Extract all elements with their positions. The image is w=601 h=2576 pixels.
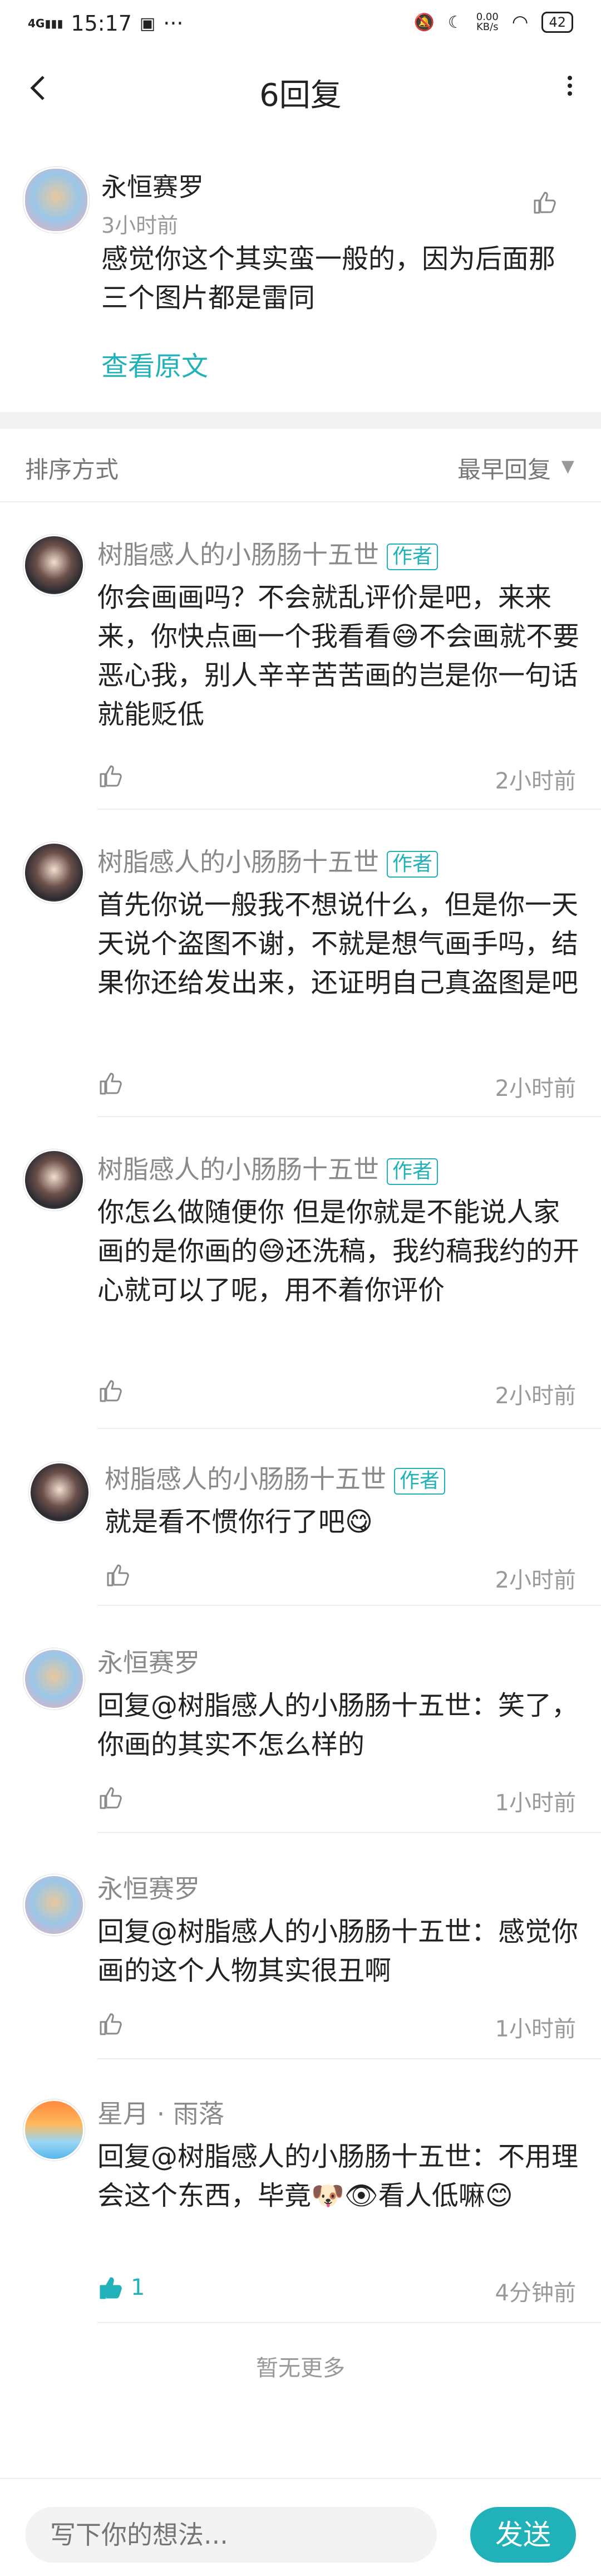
comment-input-bar: 发送 xyxy=(0,2478,601,2576)
reply-content: 就是看不惯你行了吧😋 xyxy=(105,1506,373,1537)
status-more: ··· xyxy=(163,11,184,36)
avatar[interactable] xyxy=(23,2099,85,2161)
reply-content: 你会画画吗？不会就乱评价是吧，来来来，你快点画一个我看看😅不会画就不要恶心我，别… xyxy=(97,582,580,730)
avatar[interactable] xyxy=(29,1462,90,1523)
divider xyxy=(97,1428,601,1429)
view-original-link[interactable]: 查看原文 xyxy=(101,344,208,383)
reply-author-name[interactable]: 树脂感人的小肠肠十五世 xyxy=(97,1154,379,1184)
network-speed: 0.00 KB/s xyxy=(476,12,499,32)
reply-time: 1小时前 xyxy=(495,2016,576,2042)
author-tag: 作者 xyxy=(394,1467,446,1495)
sort-bar: 排序方式 最早回复 ▼ xyxy=(0,429,601,502)
thumbs-up-icon[interactable] xyxy=(97,1070,124,1097)
section-divider xyxy=(0,412,601,429)
reply-author[interactable]: 树脂感人的小肠肠十五世 作者 xyxy=(97,842,439,879)
dropdown-caret-icon[interactable]: ▼ xyxy=(561,457,574,476)
reply-author[interactable]: 星月 · 雨落 xyxy=(97,2094,224,2131)
thumbs-up-icon[interactable] xyxy=(97,1785,124,1811)
like-count: 1 xyxy=(131,2275,145,2300)
comment-input[interactable] xyxy=(25,2507,437,2563)
reply-time: 2小时前 xyxy=(495,1568,576,1593)
reply-author-name[interactable]: 树脂感人的小肠肠十五世 xyxy=(97,540,379,570)
wifi-icon: ◠ xyxy=(511,11,529,33)
sort-label: 排序方式 xyxy=(25,456,119,483)
reply-author-name[interactable]: 树脂感人的小肠肠十五世 xyxy=(105,1464,386,1494)
reply-time: 4分钟前 xyxy=(495,2280,576,2306)
avatar[interactable] xyxy=(23,535,85,596)
reply-author[interactable]: 永恒赛罗 xyxy=(97,1869,200,1906)
no-more-label: 暂无更多 xyxy=(256,2355,345,2381)
speed-unit: KB/s xyxy=(476,21,499,33)
status-time: 15:17 xyxy=(71,11,132,36)
signal-icon: 4G▮▮▮ xyxy=(28,17,63,30)
reply-content: 回复@树脂感人的小肠肠十五世：笑了，你画的其实不怎么样的 xyxy=(97,1690,579,1760)
reply-author[interactable]: 树脂感人的小肠肠十五世 作者 xyxy=(97,1149,439,1186)
comment-time: 3小时前 xyxy=(101,213,179,238)
comment-author[interactable]: 永恒赛罗 xyxy=(101,167,204,204)
thumbs-up-icon[interactable] xyxy=(97,2275,124,2301)
divider xyxy=(97,1832,601,1833)
reply-content: 首先你说一般我不想说什么，但是你一天天说个盗图不谢，不就是想气画手吗，结果你还给… xyxy=(97,889,579,998)
status-bar: 4G▮▮▮ 15:17 ▣ ··· 🔕 ☾ 0.00 KB/s ◠ 42 xyxy=(0,0,601,50)
reply-content: 回复@树脂感人的小肠肠十五世：不用理会这个东西，毕竟🐶👁看人低嘛😊 xyxy=(97,2141,579,2211)
author-tag: 作者 xyxy=(387,543,439,570)
send-button[interactable]: 发送 xyxy=(470,2507,576,2563)
reply-time: 2小时前 xyxy=(495,1076,576,1101)
thumbs-up-icon[interactable] xyxy=(531,189,558,216)
main-comment: 永恒赛罗 3小时前 感觉你这个其实蛮一般的，因为后面那三个图片都是雷同 查看原文 xyxy=(0,150,601,412)
reply-author[interactable]: 树脂感人的小肠肠十五世 作者 xyxy=(97,535,439,571)
notification-icon: ▣ xyxy=(139,13,156,33)
reply-content: 回复@树脂感人的小肠肠十五世：感觉你画的这个人物其实很丑啊 xyxy=(97,1916,579,1986)
reply-author[interactable]: 树脂感人的小肠肠十五世 作者 xyxy=(105,1459,446,1496)
reply-time: 2小时前 xyxy=(495,768,576,794)
reply-time: 1小时前 xyxy=(495,1790,576,1816)
author-tag: 作者 xyxy=(387,1158,439,1185)
divider xyxy=(97,2058,601,2059)
avatar[interactable] xyxy=(23,1149,85,1211)
divider xyxy=(97,1116,601,1117)
avatar[interactable] xyxy=(23,1874,85,1936)
thumbs-up-icon[interactable] xyxy=(97,2011,124,2038)
avatar[interactable] xyxy=(23,842,85,903)
reply-author-name[interactable]: 树脂感人的小肠肠十五世 xyxy=(97,847,379,877)
moon-icon: ☾ xyxy=(447,12,463,32)
page-title: 6回复 xyxy=(259,77,342,114)
thumbs-up-icon[interactable] xyxy=(105,1562,131,1589)
network-type: 4G xyxy=(28,17,45,30)
nav-bar: 6回复 xyxy=(0,56,601,128)
comment-content: 感觉你这个其实蛮一般的，因为后面那三个图片都是雷同 xyxy=(101,243,556,314)
sort-select[interactable]: 最早回复 xyxy=(457,451,551,485)
avatar[interactable] xyxy=(23,1648,85,1710)
thumbs-up-icon[interactable] xyxy=(97,763,124,790)
reply-time: 2小时前 xyxy=(495,1383,576,1409)
reply-content: 你怎么做随便你 但是你就是不能说人家画的是你画的😅还洗稿，我约稿我约的开心就可以… xyxy=(97,1197,580,1306)
battery-level: 42 xyxy=(549,14,566,30)
thumbs-up-icon[interactable] xyxy=(97,1378,124,1404)
author-tag: 作者 xyxy=(387,850,439,878)
more-vertical-icon[interactable] xyxy=(564,69,575,109)
divider xyxy=(97,1605,601,1606)
divider xyxy=(97,809,601,810)
divider xyxy=(97,2322,601,2323)
reply-author[interactable]: 永恒赛罗 xyxy=(97,1643,200,1679)
battery-icon: 42 xyxy=(541,12,573,33)
mute-icon: 🔕 xyxy=(413,12,435,32)
avatar[interactable] xyxy=(23,167,89,233)
